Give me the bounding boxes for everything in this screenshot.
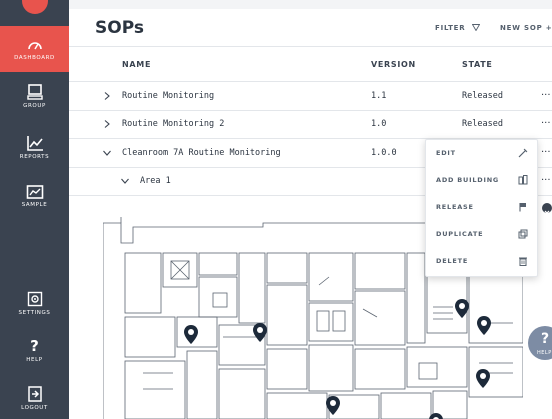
top-strip: [69, 0, 552, 9]
menu-item-label: DELETE: [436, 257, 469, 265]
flag-icon: [519, 203, 526, 212]
menu-item-label: ADD BUILDING: [436, 176, 500, 184]
sidebar-item-logout[interactable]: LOGOUT: [0, 386, 69, 419]
menu-item-label: DUPLICATE: [436, 230, 484, 238]
help-label: HELP: [537, 350, 552, 356]
location-pin-icon: [184, 325, 198, 344]
location-pin-icon: [477, 316, 491, 335]
page-title: SOPs: [95, 18, 144, 38]
menu-item-label: EDIT: [436, 149, 456, 157]
filter-label: FILTER: [435, 24, 466, 32]
dashboard-icon: [27, 42, 42, 50]
location-pin-icon: [326, 396, 340, 415]
sidebar-item-label: HELP: [26, 357, 43, 363]
building-icon: [518, 175, 528, 185]
sop-name: Cleanroom 7A Routine Monitoring: [122, 148, 281, 158]
sidebar-item-label: SETTINGS: [18, 310, 51, 316]
sidebar-item-reports[interactable]: REPORTS: [0, 135, 69, 169]
app-logo[interactable]: [0, 0, 69, 26]
menu-item-duplicate[interactable]: DUPLICATE: [426, 221, 537, 248]
menu-item-delete[interactable]: DELETE: [426, 248, 537, 275]
sop-name: Routine Monitoring 2: [122, 119, 225, 129]
filter-button[interactable]: FILTER: [435, 24, 480, 32]
more-options-button[interactable]: ...: [541, 144, 551, 155]
column-header-state[interactable]: STATE: [462, 60, 493, 69]
new-sop-button[interactable]: NEW SOP +: [500, 24, 552, 32]
sop-state: Released: [462, 91, 503, 101]
trash-icon: [519, 257, 527, 266]
column-header-name[interactable]: NAME: [122, 60, 151, 69]
close-icon[interactable]: [542, 203, 552, 216]
chevron-down-icon[interactable]: [102, 148, 112, 158]
sidebar: DASHBOARD GROUP REPORTS SAMPLE SETTINGS …: [0, 0, 69, 419]
sidebar-item-help[interactable]: ? HELP: [0, 338, 69, 370]
question-icon: ?: [30, 337, 39, 355]
chevron-right-icon[interactable]: [102, 119, 112, 129]
table-row[interactable]: Routine Monitoring 2 1.0 Released ...: [69, 110, 552, 138]
sop-version: 1.1: [371, 91, 387, 101]
monitor-icon: [26, 84, 43, 100]
more-options-button[interactable]: ...: [541, 172, 551, 183]
sidebar-item-dashboard[interactable]: DASHBOARD: [0, 26, 69, 72]
column-header-version[interactable]: VERSION: [371, 60, 416, 69]
sop-version: 1.0.0: [371, 148, 397, 158]
main-panel: SOPs FILTER NEW SOP + NAME VERSION STATE…: [69, 0, 552, 419]
chevron-right-icon[interactable]: [102, 91, 112, 101]
sample-icon: [26, 185, 43, 199]
sop-version: 1.0: [371, 119, 387, 129]
table-row[interactable]: Routine Monitoring 1.1 Released ...: [69, 82, 552, 110]
sidebar-item-group[interactable]: GROUP: [0, 84, 69, 118]
logout-icon: [27, 386, 42, 402]
filter-icon: [471, 24, 480, 32]
sidebar-item-label: REPORTS: [19, 154, 50, 160]
menu-item-label: RELEASE: [436, 203, 474, 211]
context-menu: EDIT ADD BUILDING RELEASE DUPLICATE DELE…: [425, 139, 538, 277]
sidebar-item-label: DASHBOARD: [14, 55, 55, 61]
question-icon: ?: [541, 331, 550, 347]
sidebar-item-settings[interactable]: SETTINGS: [0, 291, 69, 323]
more-options-button[interactable]: ...: [541, 115, 551, 126]
sidebar-item-label: LOGOUT: [21, 405, 48, 411]
help-floating-button[interactable]: ? HELP: [528, 326, 552, 360]
sidebar-item-sample[interactable]: SAMPLE: [0, 185, 69, 215]
menu-item-add-building[interactable]: ADD BUILDING: [426, 167, 537, 194]
more-options-button[interactable]: ...: [541, 87, 551, 98]
divider: [69, 46, 552, 47]
chevron-down-icon[interactable]: [120, 176, 130, 186]
duplicate-icon: [518, 229, 528, 239]
area-name: Area 1: [140, 176, 171, 186]
location-pin-icon: [476, 369, 490, 388]
gear-icon: [27, 291, 42, 307]
sop-name: Routine Monitoring: [122, 91, 215, 101]
menu-item-edit[interactable]: EDIT: [426, 140, 537, 167]
sop-state: Released: [462, 119, 503, 129]
chart-icon: [26, 136, 43, 151]
sidebar-item-label: SAMPLE: [21, 202, 48, 208]
menu-item-release[interactable]: RELEASE: [426, 194, 537, 221]
sidebar-item-label: GROUP: [23, 103, 46, 109]
pencil-icon: [518, 148, 528, 158]
